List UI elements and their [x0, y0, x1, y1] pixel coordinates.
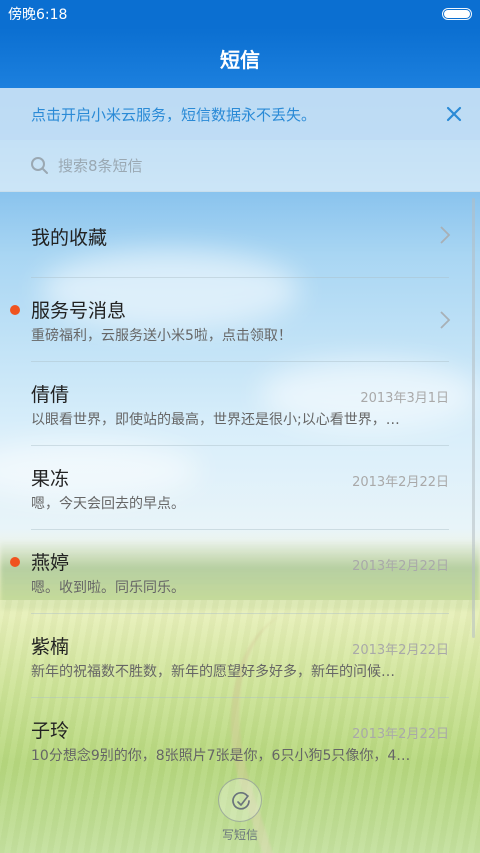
conversation-date: 2013年2月22日: [352, 643, 449, 658]
compose-label: 写短信: [221, 828, 258, 842]
conversation-name: 紫楠: [31, 636, 70, 658]
cloud-service-banner[interactable]: 点击开启小米云服务，短信数据永不丢失。: [0, 88, 480, 140]
conversation-name: 服务号消息: [31, 300, 127, 322]
conversation-row[interactable]: 紫楠 2013年2月22日 新年的祝福数不胜数，新年的愿望好多好多，新年的问候…: [0, 614, 480, 698]
conversation-preview: 嗯，今天会回去的早点。: [31, 496, 185, 512]
conversation-row[interactable]: 果冻 2013年2月22日 嗯，今天会回去的早点。: [0, 446, 480, 530]
status-bar: 傍晚6:18: [0, 0, 480, 28]
status-time: 傍晚6:18: [8, 7, 68, 23]
conversation-date: 2013年2月22日: [352, 475, 449, 490]
conversation-name: 子玲: [31, 720, 70, 742]
conversation-preview: 新年的祝福数不胜数，新年的愿望好多好多，新年的问候…: [31, 664, 395, 680]
conversation-date: 2013年2月22日: [352, 559, 449, 574]
compose-button[interactable]: [218, 778, 262, 822]
compose-icon: [232, 791, 250, 810]
close-icon[interactable]: [442, 102, 466, 126]
unread-dot: [10, 557, 20, 567]
conversation-row-service[interactable]: 服务号消息 重磅福利，云服务送小米5啦，点击领取！: [0, 278, 480, 362]
chevron-right-icon: [440, 311, 451, 329]
scrollbar[interactable]: [472, 198, 475, 638]
search-icon: [31, 157, 48, 174]
conversation-list: 我的收藏 服务号消息 重磅福利，云服务送小米5啦，点击领取！ 倩倩 2013年3…: [0, 192, 480, 782]
title-bar: 短信: [0, 28, 480, 88]
search-input[interactable]: [58, 154, 438, 178]
compose-bar: 写短信: [0, 762, 480, 853]
favorites-row[interactable]: 我的收藏: [0, 192, 480, 278]
messages-app: 傍晚6:18 短信 点击开启小米云服务，短信数据永不丢失。 我的收藏 服务号消息: [0, 0, 480, 853]
search-bar[interactable]: [0, 140, 480, 192]
conversation-preview: 重磅福利，云服务送小米5啦，点击领取！: [31, 328, 292, 344]
conversation-name: 果冻: [31, 468, 70, 490]
conversation-preview: 嗯。收到啦。同乐同乐。: [31, 580, 185, 596]
conversation-name: 燕婷: [31, 552, 70, 574]
conversation-date: 2013年2月22日: [352, 727, 449, 742]
unread-dot: [10, 305, 20, 315]
chevron-right-icon: [440, 226, 451, 244]
conversation-preview: 以眼看世界，即使站的最高，世界还是很小;以心看世界，…: [31, 412, 400, 428]
conversation-row[interactable]: 燕婷 2013年2月22日 嗯。收到啦。同乐同乐。: [0, 530, 480, 614]
conversation-row[interactable]: 倩倩 2013年3月1日 以眼看世界，即使站的最高，世界还是很小;以心看世界，…: [0, 362, 480, 446]
favorites-label: 我的收藏: [31, 227, 108, 249]
conversation-date: 2013年3月1日: [360, 391, 449, 406]
battery-icon: [442, 8, 472, 20]
banner-text[interactable]: 点击开启小米云服务，短信数据永不丢失。: [31, 104, 316, 125]
conversation-name: 倩倩: [31, 384, 70, 406]
page-title: 短信: [220, 48, 260, 72]
